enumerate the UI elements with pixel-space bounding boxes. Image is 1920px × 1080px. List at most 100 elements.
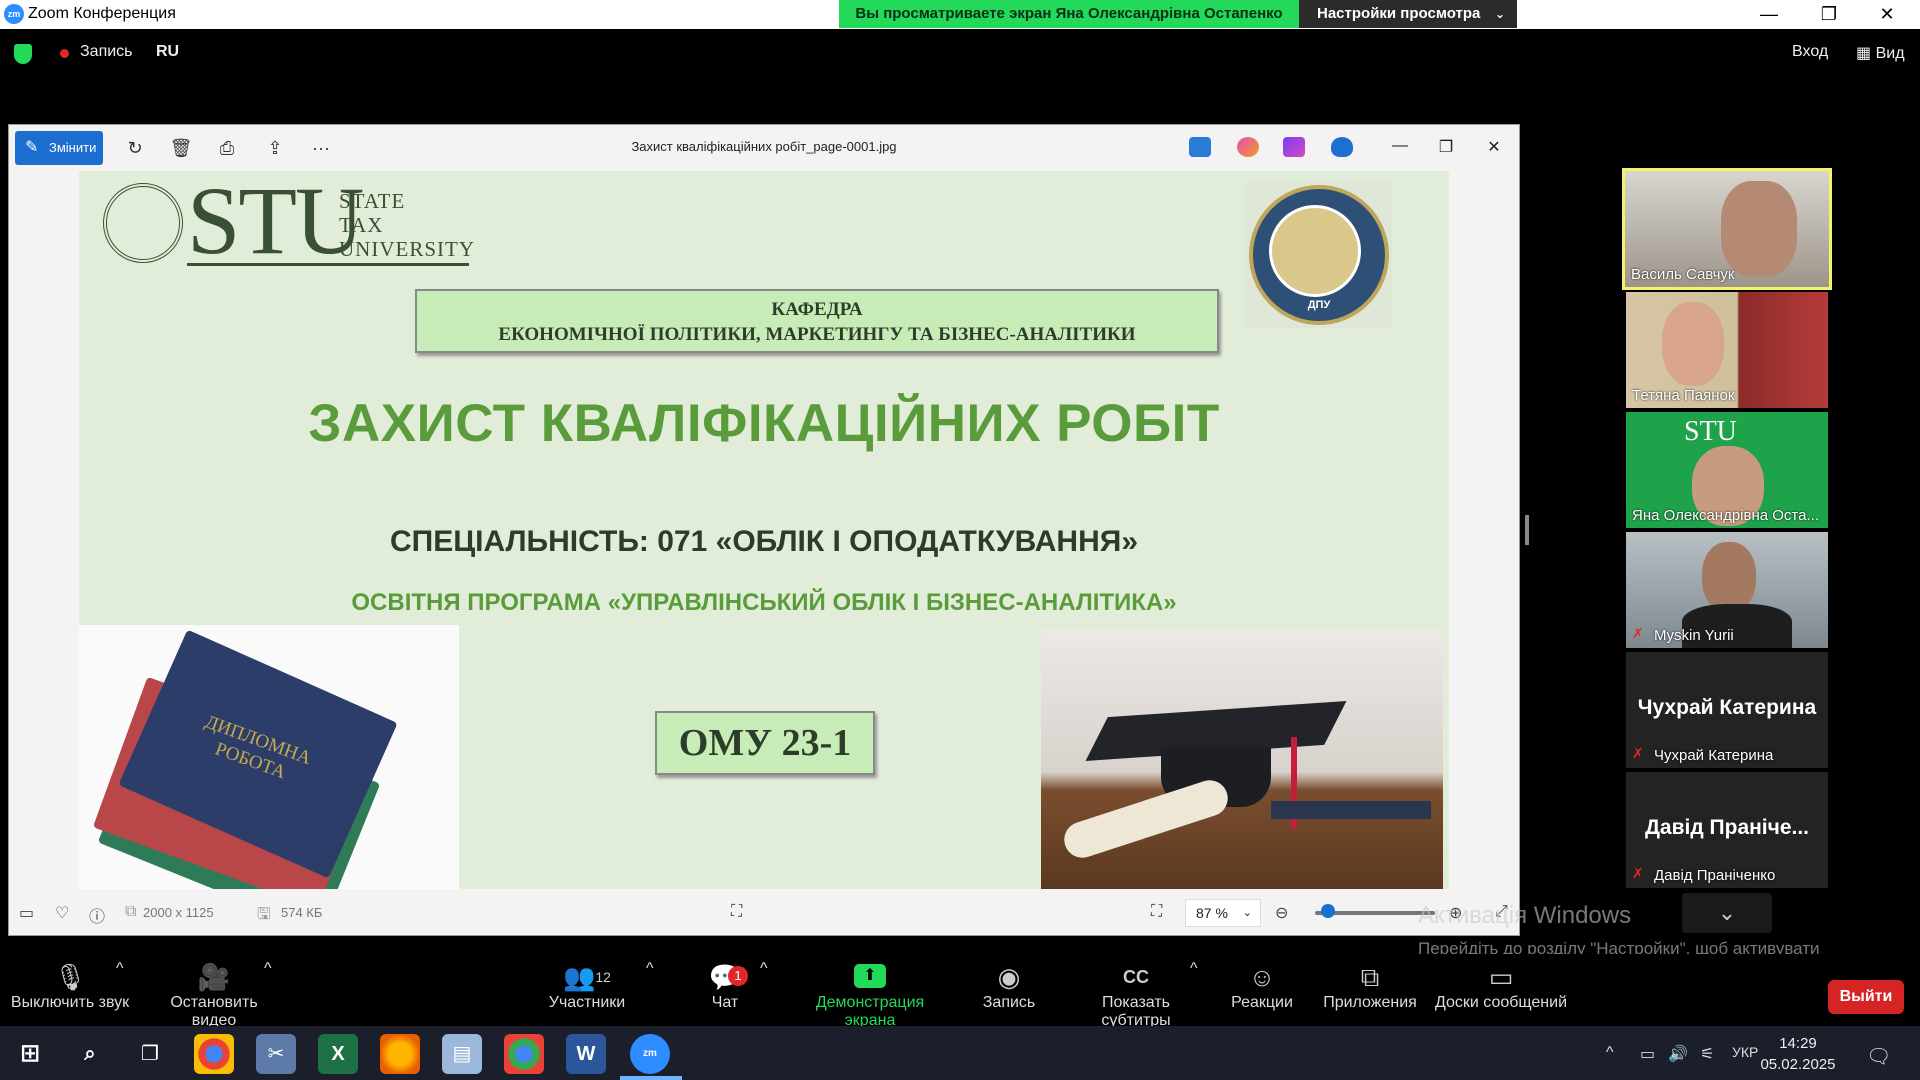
task-view-icon[interactable]: ❐ [130,1034,170,1074]
excel-icon[interactable]: X [318,1034,358,1074]
logo-underline [187,263,469,266]
record-icon: ◉ [997,962,1021,992]
chat-label: Чат [711,994,739,1011]
video-options-caret[interactable]: ^ [264,960,272,978]
participant-tile[interactable]: Чухрай Катерина ✗ Чухрай Катерина [1626,652,1828,768]
participant-display-name: Давід Праніче... [1644,816,1810,839]
clock-date: 05.02.2025 [1760,1056,1836,1073]
whiteboard-icon: ▭ [1488,962,1514,992]
chrome-icon[interactable] [194,1034,234,1074]
zoom-out-icon[interactable]: ⊖ [1275,903,1288,923]
view-menu[interactable]: ▦ Вид [1856,43,1905,63]
volume-icon[interactable]: 🔊 [1668,1044,1688,1064]
zoom-level-dropdown[interactable]: 87 % ⌄ [1185,899,1261,927]
scan-text-icon[interactable]: ⛶ [731,903,742,921]
network-icon[interactable]: ⚟ [1700,1044,1714,1064]
stop-video-button[interactable]: 🎥 Остановить видео [146,960,282,1030]
captions-options-caret[interactable]: ^ [1190,960,1198,978]
notepad-icon[interactable]: ▤ [442,1034,482,1074]
battery-icon[interactable]: ▭ [1640,1044,1655,1064]
image-dimensions: 2000 x 1125 [143,905,214,920]
leave-meeting-button[interactable]: Выйти [1828,980,1904,1014]
group-box: ОМУ 23-1 [655,711,875,775]
participants-options-caret[interactable]: ^ [646,960,654,978]
zoom-taskbar-icon[interactable]: zm [630,1034,670,1074]
snipping-tool-icon[interactable]: ✂ [256,1034,296,1074]
windows-start-icon[interactable]: ⊞ [10,1034,50,1074]
participant-tile[interactable]: Тетяна Паянок [1626,292,1828,408]
audio-options-caret[interactable]: ^ [116,960,124,978]
reactions-label: Реакции [1231,994,1293,1011]
muted-mic-icon: ✗ [1632,865,1644,881]
captions-button[interactable]: CC Показать субтитры [1066,960,1206,1030]
whiteboards-label: Доски сообщений [1434,994,1568,1011]
zoom-title-bar: zm Zoom Конференция Вы просматриваете эк… [0,0,1920,29]
input-language[interactable]: УКР [1732,1044,1758,1060]
favorite-heart-icon[interactable]: ♡ [55,903,69,923]
viewer-maximize-button[interactable]: ❐ [1431,137,1461,157]
apps-label: Приложения [1323,994,1417,1011]
participant-tile[interactable]: Василь Савчук [1622,168,1832,290]
photo-editor-app-icon[interactable] [1189,137,1211,157]
shield-icon[interactable] [14,44,32,64]
image-file-size: 574 КБ [281,905,323,920]
dimensions-icon: ⧉ [125,903,137,920]
participant-tile[interactable]: Давід Праніче... ✗ Давід Праніченко [1626,772,1828,888]
sign-in-link[interactable]: Вход [1792,43,1828,61]
clipchamp-icon[interactable] [1283,137,1305,157]
word-icon[interactable]: W [566,1034,606,1074]
apps-button[interactable]: ⧉ Приложения [1322,960,1418,1012]
shared-slide-image: STU STATE TAX UNIVERSITY ДПУ КАФЕДРА ЕКО… [79,171,1449,889]
muted-mic-icon: ✗ [1632,625,1644,641]
search-icon[interactable]: ⌕ [70,1034,110,1074]
participant-tile[interactable]: ✗ Myskin Yurii [1626,532,1828,648]
reactions-button[interactable]: ☺ Реакции [1230,960,1294,1012]
participant-background-logo: STU [1684,416,1737,447]
system-clock[interactable]: 14:29 05.02.2025 [1756,1033,1840,1075]
viewer-minimize-button[interactable]: — [1385,137,1415,155]
viewer-close-button[interactable]: ✕ [1479,137,1509,157]
file-info-icon[interactable]: ⓘ [89,903,105,927]
share-screen-button[interactable]: ⬆ Демонстрация экрана [790,960,950,1030]
caduceus-emblem-icon [103,183,183,263]
participants-button[interactable]: 👥12 Участники [540,960,634,1012]
slide-main-title: ЗАХИСТ КВАЛІФІКАЦІЙНИХ РОБІТ [308,394,1220,453]
participant-name: Яна Олександрівна Оста... [1632,507,1819,524]
zoom-slider-thumb[interactable] [1321,904,1335,918]
gallery-scroll-down-button[interactable]: ⌄ [1682,893,1772,933]
split-view-divider[interactable] [1525,515,1529,545]
logo-line-state: STATE [339,189,406,213]
logo-line-university: UNIVERSITY [339,237,475,261]
copilot-icon[interactable] [1237,137,1259,157]
chevron-down-icon: ⌄ [1242,907,1252,919]
close-button[interactable]: ✕ [1864,0,1910,29]
chat-options-caret[interactable]: ^ [760,960,768,978]
filmstrip-icon[interactable]: ▭ [19,903,34,923]
recording-indicator[interactable]: Запись [80,43,133,61]
captions-label: Показать субтитры [1101,994,1171,1029]
firefox-icon[interactable] [380,1034,420,1074]
participant-tile[interactable]: STU Яна Олександрівна Оста... [1626,412,1828,528]
fit-to-window-icon[interactable]: ⛶ [1151,903,1162,921]
participant-name: Давід Праніченко [1654,867,1776,884]
record-dot-icon [60,49,69,58]
onedrive-icon[interactable] [1331,137,1353,157]
video-camera-icon: 🎥 [197,962,231,992]
show-hidden-icons-caret[interactable]: ^ [1606,1044,1614,1062]
chrome-profile-icon[interactable] [504,1034,544,1074]
record-button[interactable]: ◉ Запись [974,960,1044,1012]
notifications-icon[interactable]: 🗨 [1866,1044,1891,1069]
language-interpretation[interactable]: RU [156,43,179,61]
view-menu-label: Вид [1875,45,1905,62]
restore-button[interactable]: ❐ [1806,0,1852,29]
active-app-indicator [620,1076,682,1080]
mute-button[interactable]: 🎙 Выключить звук [10,960,130,1012]
department-label: КАФЕДРА [771,299,863,320]
windows-activation-title: Активація Windows [1418,902,1632,929]
minimize-button[interactable]: — [1746,0,1792,29]
meeting-top-bar [0,29,1920,79]
whiteboards-button[interactable]: ▭ Доски сообщений [1434,960,1568,1012]
screen-share-banner: Вы просматриваете экран Яна Олександрівн… [839,0,1299,28]
view-settings-dropdown[interactable]: Настройки просмотра ⌄ [1299,0,1517,28]
participants-count: 12 [595,969,611,985]
